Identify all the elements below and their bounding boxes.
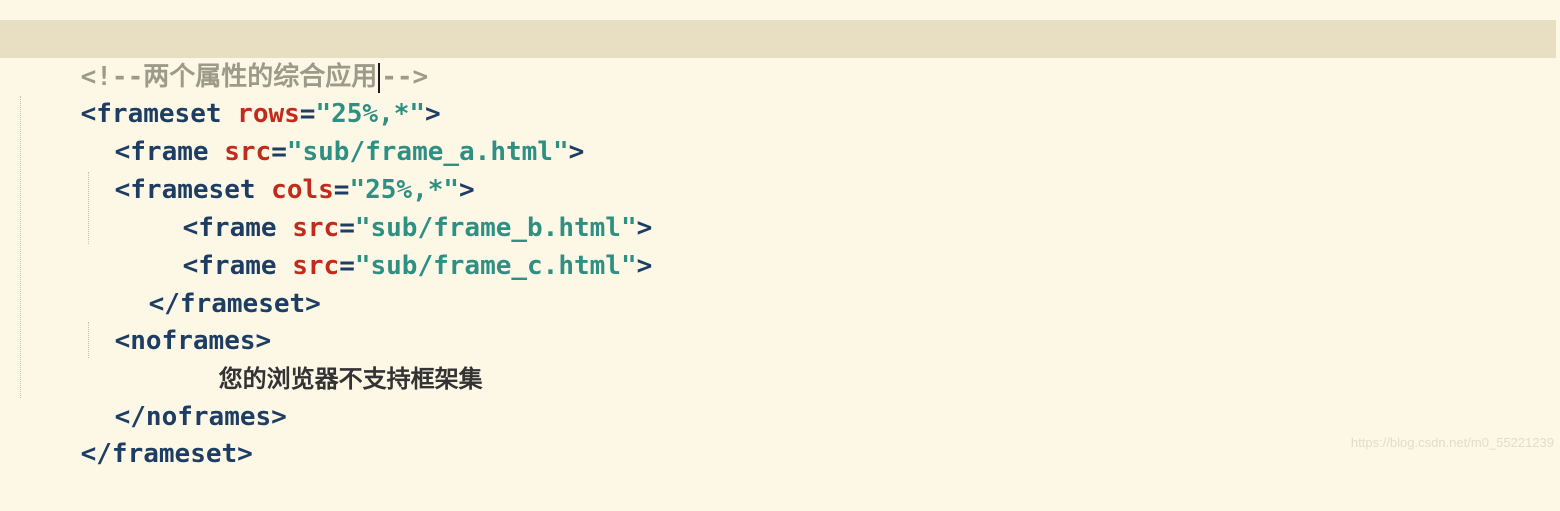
tag-close-bracket: > [568, 137, 585, 167]
attribute-value: "sub/frame_c.html" [354, 251, 637, 281]
code-line-9[interactable]: 您的浏览器不支持框架集 [156, 322, 483, 393]
equals-sign: = [339, 251, 355, 281]
closing-tag: </frameset> [80, 439, 253, 469]
code-editor[interactable]: <!--两个属性的综合应用 --> <frameset rows="25%,*">… [0, 0, 1560, 469]
code-line-8[interactable]: <noframes> [52, 284, 272, 356]
code-line-10[interactable]: </noframes> [52, 360, 287, 432]
code-line-5[interactable]: <frame src="sub/frame_b.html"> [120, 171, 653, 243]
code-line-11[interactable]: </frameset> [18, 397, 253, 469]
code-line-6[interactable]: <frame src="sub/frame_c.html"> [120, 209, 653, 281]
code-line-4[interactable]: <frameset cols="25%,*"> [52, 133, 475, 205]
watermark-text: https://blog.csdn.net/m0_55221239 [1350, 435, 1554, 450]
code-line-1[interactable]: <!--两个属性的综合应用 --> [0, 20, 1556, 93]
tag-close-bracket: > [636, 251, 653, 281]
code-line-7[interactable]: </frameset> [86, 247, 321, 319]
code-line-3[interactable]: <frame src="sub/frame_a.html"> [52, 95, 585, 167]
code-line-2[interactable]: <frameset rows="25%,*"> [18, 57, 441, 129]
